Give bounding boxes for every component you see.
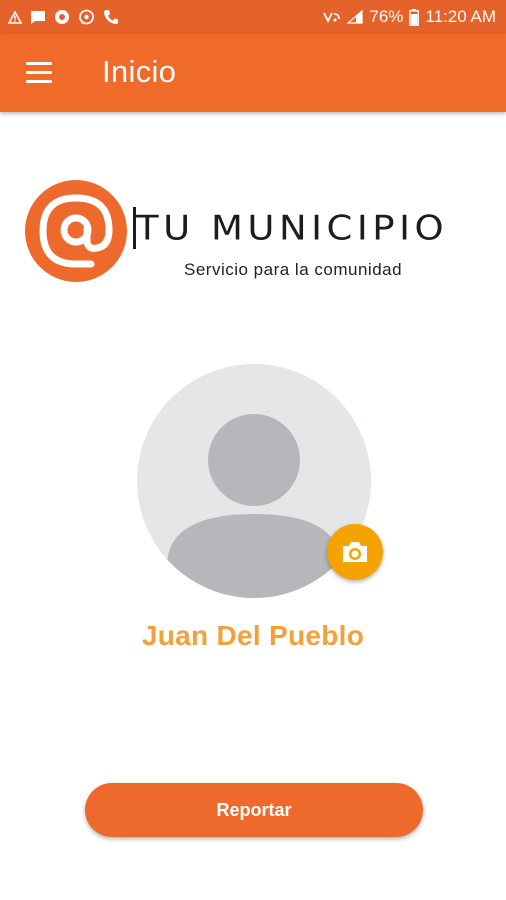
camera-icon [343,542,367,562]
message-icon [30,10,46,25]
volte-icon [323,10,341,24]
report-button[interactable]: Reportar [85,783,423,837]
clock: 11:20 AM [425,7,496,26]
menu-button[interactable] [26,62,54,84]
page-title: Inicio [102,54,177,89]
chrome-icon [54,9,70,25]
brand-tagline: Servicio para la comunidad [184,260,403,279]
battery-icon [409,8,420,26]
status-bar: 76% 11:20 AM [0,0,506,34]
whatsapp-icon [78,9,95,26]
user-name: Juan Del Pueblo [141,620,365,651]
menu-icon [26,62,52,65]
warning-icon [8,10,22,24]
app-bar: Inicio [0,34,506,112]
battery-percent: 76% [369,7,404,26]
change-photo-button[interactable] [327,524,383,580]
system-status: 76% 11:20 AM [323,7,496,27]
signal-icon [347,10,363,24]
call-icon [103,9,119,25]
notification-icons [8,9,119,26]
brand-name: TU MUNICIPIO [136,208,449,248]
